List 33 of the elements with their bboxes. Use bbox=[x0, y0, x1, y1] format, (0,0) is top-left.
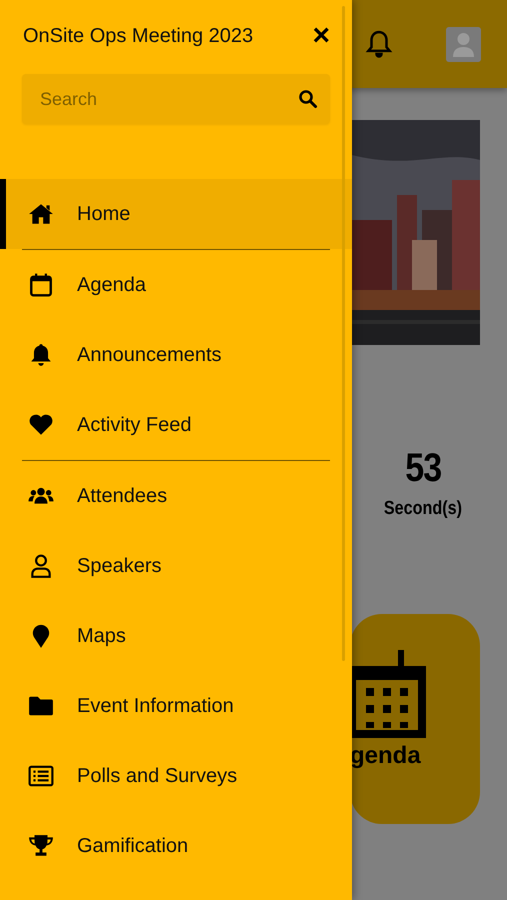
menu-item[interactable]: Gamification bbox=[0, 811, 352, 881]
menu-label: Gamification bbox=[77, 834, 188, 858]
menu-item[interactable]: Agenda bbox=[0, 250, 352, 320]
agenda-tile[interactable]: genda bbox=[350, 614, 480, 824]
drawer-title: OnSite Ops Meeting 2023 bbox=[23, 24, 254, 48]
menu-label: Speakers bbox=[77, 554, 162, 578]
search-icon[interactable] bbox=[298, 89, 318, 109]
trophy-icon bbox=[28, 833, 54, 859]
menu-label: Event Information bbox=[77, 694, 234, 718]
menu-item[interactable]: Speakers bbox=[0, 531, 352, 601]
close-button[interactable]: × bbox=[312, 21, 330, 51]
menu-item[interactable]: Home bbox=[0, 179, 352, 249]
countdown-value: 53 bbox=[404, 448, 442, 488]
search-field[interactable]: Search bbox=[22, 74, 330, 124]
menu-item[interactable]: Polls and Surveys bbox=[0, 741, 352, 811]
bell-icon[interactable] bbox=[364, 29, 394, 59]
menu-label: Home bbox=[77, 202, 130, 226]
calendar-icon bbox=[28, 272, 54, 298]
menu-label: Polls and Surveys bbox=[77, 764, 238, 788]
countdown-unit: Second(s) bbox=[384, 498, 462, 520]
menu-item[interactable]: Activity Feed bbox=[0, 390, 352, 460]
menu-label: Maps bbox=[77, 624, 126, 648]
list-icon bbox=[28, 763, 54, 789]
menu-item[interactable]: Event Information bbox=[0, 671, 352, 741]
menu-label: Attendees bbox=[77, 484, 168, 508]
tile-label: genda bbox=[350, 742, 421, 770]
menu-label: Agenda bbox=[77, 274, 146, 296]
menu-item[interactable]: Announcements bbox=[0, 320, 352, 390]
menu-item[interactable]: Maps bbox=[0, 601, 352, 671]
menu-item[interactable]: Attendees bbox=[0, 461, 352, 531]
menu-label: Activity Feed bbox=[77, 414, 192, 436]
menu-label: Announcements bbox=[77, 344, 222, 366]
scrollbar-thumb[interactable] bbox=[342, 6, 345, 661]
